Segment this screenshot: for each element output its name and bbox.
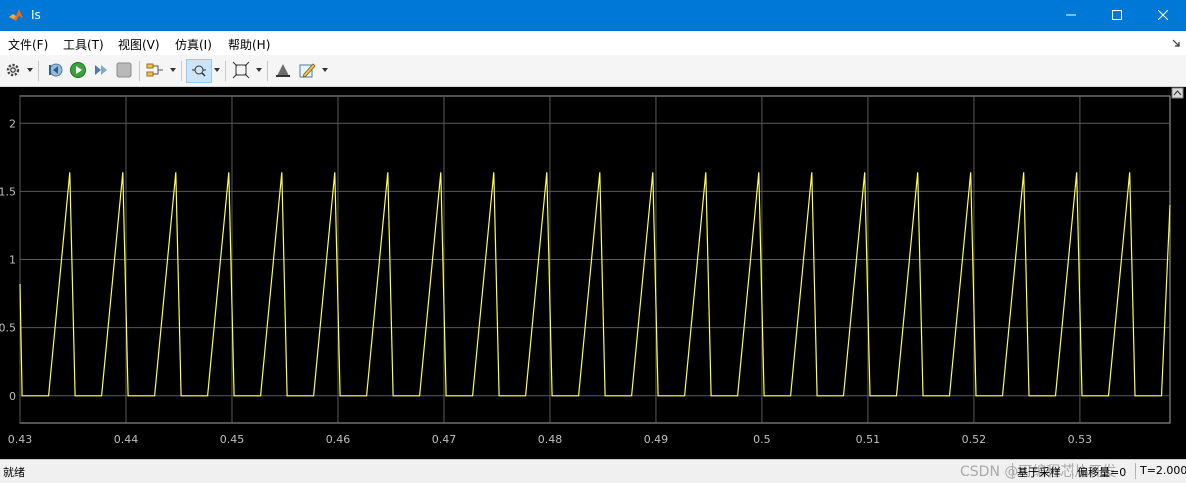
x-tick-label: 0.53 bbox=[1068, 433, 1093, 446]
window-title: Is bbox=[31, 8, 41, 22]
step-forward-icon[interactable] bbox=[92, 61, 110, 79]
minimize-icon bbox=[1066, 14, 1076, 16]
y-tick-label: 0 bbox=[9, 390, 16, 403]
x-tick-label: 0.47 bbox=[432, 433, 457, 446]
toolbar-separator bbox=[267, 61, 268, 81]
x-tick-label: 0.46 bbox=[326, 433, 351, 446]
x-tick-label: 0.51 bbox=[856, 433, 881, 446]
toolbar bbox=[0, 55, 1186, 87]
menu-view[interactable]: 视图(V) bbox=[118, 36, 160, 53]
toolbar-separator bbox=[38, 61, 39, 81]
maximize-button[interactable] bbox=[1094, 0, 1140, 31]
x-tick-label: 0.49 bbox=[644, 433, 669, 446]
x-tick-label: 0.48 bbox=[538, 433, 563, 446]
scope-plot-area[interactable]: 0.43 0.44 0.45 0.46 0.47 0.48 0.49 0.5 0.51 0.52 0… bbox=[0, 87, 1186, 459]
x-tick-label: 0.45 bbox=[220, 433, 245, 446]
gear-icon[interactable] bbox=[4, 61, 22, 79]
close-button[interactable] bbox=[1140, 0, 1186, 31]
status-time: T=2.000 bbox=[1140, 464, 1186, 477]
x-tick-label: 0.52 bbox=[962, 433, 987, 446]
signal-dropdown-icon[interactable] bbox=[170, 68, 176, 72]
matlab-logo-icon bbox=[9, 9, 23, 21]
status-offset: 偏移量=0 bbox=[1077, 466, 1127, 479]
status-divider bbox=[1012, 463, 1013, 479]
menu-collapse-icon[interactable] bbox=[1172, 39, 1180, 47]
edit-icon[interactable] bbox=[298, 61, 316, 79]
status-sample-mode: 基于采样 bbox=[1017, 466, 1061, 479]
y-tick-label: 0.5 bbox=[0, 322, 16, 335]
x-tick-label: 0.43 bbox=[8, 433, 33, 446]
menu-file[interactable]: 文件(F) bbox=[8, 36, 48, 53]
step-back-icon[interactable] bbox=[46, 61, 64, 79]
toolbar-separator bbox=[225, 61, 226, 81]
menu-simulation[interactable]: 仿真(I) bbox=[175, 36, 212, 53]
minimize-button[interactable] bbox=[1048, 0, 1094, 31]
toolbar-separator bbox=[139, 61, 140, 81]
zoom-x-button[interactable] bbox=[186, 59, 212, 83]
x-tick-label: 0.5 bbox=[753, 433, 771, 446]
signal-select-icon[interactable] bbox=[146, 61, 164, 79]
run-icon[interactable] bbox=[69, 61, 87, 79]
gear-dropdown-icon[interactable] bbox=[27, 68, 33, 72]
scope-chart[interactable]: 0.43 0.44 0.45 0.46 0.47 0.48 0.49 0.5 0.51 0.52 0… bbox=[0, 87, 1186, 459]
status-ready: 就绪 bbox=[3, 466, 25, 479]
fit-view-icon[interactable] bbox=[232, 61, 250, 79]
menu-bar: 文件(F) 工具(T) 视图(V) 仿真(I) 帮助(H) bbox=[0, 31, 1186, 55]
style-icon[interactable] bbox=[274, 61, 292, 79]
edit-dropdown-icon[interactable] bbox=[322, 68, 328, 72]
restore-layout-button[interactable] bbox=[1171, 87, 1184, 99]
x-tick-label: 0.44 bbox=[114, 433, 139, 446]
status-divider bbox=[1072, 463, 1073, 479]
toolbar-separator bbox=[181, 61, 182, 81]
zoom-x-icon bbox=[192, 65, 206, 77]
title-bar: Is bbox=[0, 0, 1186, 31]
menu-help[interactable]: 帮助(H) bbox=[228, 36, 270, 53]
y-tick-label: 1 bbox=[9, 254, 16, 267]
close-icon bbox=[1158, 10, 1168, 20]
y-tick-label: 2 bbox=[9, 117, 16, 130]
menu-tools[interactable]: 工具(T) bbox=[63, 36, 104, 53]
fit-dropdown-icon[interactable] bbox=[256, 68, 262, 72]
status-bar: 就绪 CSDN @可编程芯片开发 基于采样 偏移量=0 T=2.000 bbox=[0, 459, 1186, 483]
zoom-dropdown-icon[interactable] bbox=[214, 68, 220, 72]
maximize-icon bbox=[1112, 10, 1122, 20]
y-tick-label: 1.5 bbox=[0, 185, 16, 198]
status-divider bbox=[1135, 463, 1136, 479]
stop-icon[interactable] bbox=[115, 61, 133, 79]
